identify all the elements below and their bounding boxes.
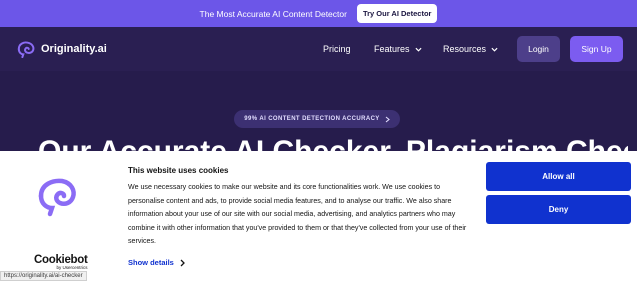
brand[interactable]: Originality.ai: [15, 40, 107, 58]
cookiebot-logo: Cookiebot by Usercentrics: [34, 254, 88, 270]
nav-resources[interactable]: Resources: [443, 44, 498, 54]
chevron-down-icon: [491, 47, 498, 52]
chevron-right-icon: [385, 116, 390, 122]
show-details-link[interactable]: Show details: [128, 258, 185, 267]
main-nav: Originality.ai Pricing Features Resource…: [0, 27, 637, 71]
cookie-body-text: We use necessary cookies to make our web…: [128, 183, 467, 246]
nav-pricing-label: Pricing: [323, 44, 351, 54]
nav-features-label: Features: [374, 44, 410, 54]
hero-section: 99% AI CONTENT DETECTION ACCURACY Our Ac…: [0, 71, 637, 151]
accuracy-badge-label: 99% AI CONTENT DETECTION ACCURACY: [244, 116, 380, 122]
brain-logo-icon: [17, 41, 35, 58]
status-bar-url: https://originality.ai/ai-checker: [0, 271, 87, 281]
accuracy-badge[interactable]: 99% AI CONTENT DETECTION ACCURACY: [234, 110, 400, 128]
allow-all-button[interactable]: Allow all: [486, 162, 631, 191]
chevron-down-icon: [415, 47, 422, 52]
nav-features[interactable]: Features: [374, 44, 422, 54]
chevron-right-icon: [180, 259, 185, 266]
cookie-title: This website uses cookies: [128, 166, 229, 175]
show-details-label: Show details: [128, 258, 174, 267]
try-ai-detector-button[interactable]: Try Our AI Detector: [356, 4, 438, 23]
promo-bar: The Most Accurate AI Content Detector Tr…: [0, 0, 637, 27]
hero-headline: Our Accurate AI Checker, Plagiarism Chec…: [38, 137, 628, 151]
nav-pricing[interactable]: Pricing: [323, 44, 351, 54]
brand-name: Originality.ai: [41, 43, 107, 55]
brain-logo-icon: [38, 178, 76, 217]
promo-text: The Most Accurate AI Content Detector: [199, 8, 347, 19]
login-button[interactable]: Login: [517, 36, 560, 62]
cookie-consent-banner: Cookiebot by Usercentrics This website u…: [0, 151, 637, 281]
signup-button[interactable]: Sign Up: [570, 36, 623, 62]
deny-button[interactable]: Deny: [486, 195, 631, 224]
nav-resources-label: Resources: [443, 44, 487, 54]
